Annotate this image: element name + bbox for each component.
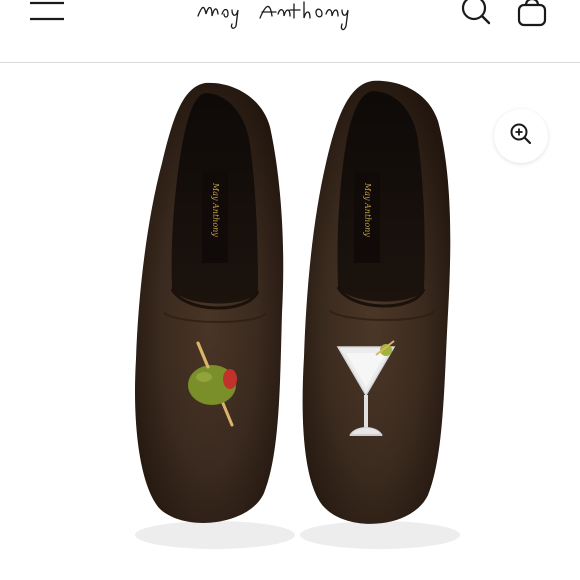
svg-text:May Anthony: May Anthony [211,182,220,237]
shopping-bag-icon[interactable] [514,0,550,28]
search-icon[interactable] [458,0,494,26]
zoom-in-icon [509,122,533,150]
product-image[interactable]: May Anthony May Anthony [0,63,580,580]
zoom-button[interactable] [494,109,548,163]
right-slipper: May Anthony [302,80,451,524]
product-gallery[interactable]: May Anthony May Anthony [0,63,580,580]
top-header [0,0,580,63]
svg-text:May Anthony: May Anthony [363,182,372,237]
left-slipper: May Anthony [135,82,284,523]
brand-logo[interactable] [190,0,390,34]
hamburger-menu-icon[interactable] [30,0,66,22]
